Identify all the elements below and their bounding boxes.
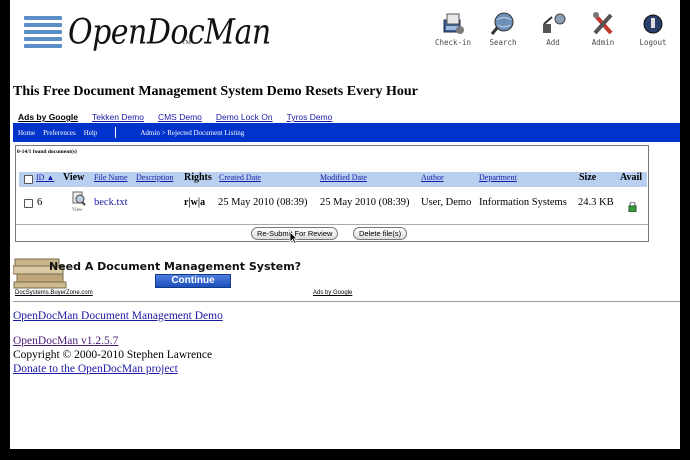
nav-check-in[interactable]: Check-in	[428, 10, 478, 47]
col-description-header[interactable]: Description	[136, 173, 173, 182]
nav-search[interactable]: Search	[478, 10, 528, 47]
ads-row: Ads by Google Tekken Demo CMS Demo Demo …	[18, 112, 346, 122]
row-filename[interactable]: beck.txt	[94, 197, 128, 208]
col-department-header[interactable]: Department	[479, 173, 517, 182]
ad-link-demo-lock-on[interactable]: Demo Lock On	[216, 112, 273, 122]
navbar-home[interactable]: Home	[18, 129, 35, 137]
nav-admin[interactable]: Admin	[578, 10, 628, 47]
top-nav: Check-in Search Add Admin Logout	[428, 10, 678, 47]
navbar-help[interactable]: Help	[84, 129, 98, 137]
search-globe-icon	[478, 10, 528, 38]
demo-banner: This Free Document Management System Dem…	[13, 84, 418, 99]
breadcrumb: Admin > Rejected Document Listing	[140, 128, 245, 137]
admin-tools-icon	[578, 10, 628, 38]
copyright: Copyright © 2000-2010 Stephen Lawrence	[13, 349, 213, 361]
col-avail-header: Avail	[620, 172, 643, 183]
logo-text: OpenDocMan	[68, 11, 271, 53]
version-link[interactable]: OpenDocMan v1.2.5.7	[13, 335, 118, 347]
row-created: 25 May 2010 (08:39)	[218, 197, 308, 208]
ad-link-cms[interactable]: CMS Demo	[158, 112, 202, 122]
ad-banner[interactable]: Need A Document Management System? Conti…	[13, 255, 353, 297]
ad-ads-by-google[interactable]: Ads by Google	[313, 290, 352, 296]
row-author: User, Demo	[421, 197, 472, 208]
col-author-header[interactable]: Author	[421, 173, 444, 182]
logo-trademark: TM	[182, 40, 191, 46]
col-filename-header[interactable]: File Name	[94, 173, 128, 182]
view-label: View	[72, 208, 83, 213]
donate-link[interactable]: Donate to the OpenDocMan project	[13, 363, 178, 375]
mouse-cursor-icon	[289, 231, 298, 249]
logout-icon	[628, 10, 678, 38]
nav-logout[interactable]: Logout	[628, 10, 678, 47]
ad-link-tyros[interactable]: Tyros Demo	[287, 112, 333, 122]
listing-actions: Re-Submit For Review Delete file(s)	[16, 224, 648, 240]
col-view-header: View	[63, 172, 85, 183]
ad-source-link[interactable]: DocSystems.BuyerZone.com	[15, 290, 93, 296]
navbar-preferences[interactable]: Preferences	[43, 129, 76, 137]
footer-divider	[13, 301, 680, 302]
book-logo-icon	[24, 14, 62, 50]
ads-by-google-label[interactable]: Ads by Google	[18, 112, 78, 122]
row-checkbox[interactable]	[24, 199, 33, 208]
logo[interactable]: OpenDocMan	[24, 11, 271, 53]
row-department: Information Systems	[479, 197, 567, 208]
ad-continue-button[interactable]: Continue	[155, 274, 231, 288]
ad-link-tekken[interactable]: Tekken Demo	[92, 112, 144, 122]
demo-link[interactable]: OpenDocMan Document Management Demo	[13, 310, 223, 322]
col-modified-header[interactable]: Modified Date	[320, 173, 367, 182]
navbar-divider	[115, 127, 117, 138]
select-all-checkbox[interactable]	[24, 175, 33, 184]
delete-files-button[interactable]: Delete file(s)	[353, 227, 408, 240]
main-navbar: Home Preferences Help Admin > Rejected D…	[13, 123, 680, 142]
add-icon	[528, 10, 578, 38]
ad-headline: Need A Document Management System?	[49, 260, 302, 273]
lock-icon	[628, 199, 637, 217]
check-in-icon	[428, 10, 478, 38]
col-id-header[interactable]: ID ▲	[36, 173, 54, 182]
col-size-header: Size	[579, 172, 597, 183]
row-rights: r|w|a	[184, 197, 206, 208]
page: OpenDocMan TM Check-in Search Add Admin …	[10, 0, 680, 449]
found-count: 0-14/1 found document(s)	[17, 149, 77, 155]
col-created-header[interactable]: Created Date	[219, 173, 261, 182]
nav-add[interactable]: Add	[528, 10, 578, 47]
row-modified: 25 May 2010 (08:39)	[320, 197, 410, 208]
col-rights-header: Rights	[184, 172, 212, 183]
row-size: 24.3 KB	[578, 197, 614, 208]
document-listing: 0-14/1 found document(s) ID ▲ View File …	[15, 145, 649, 242]
row-id: 6	[37, 197, 43, 208]
